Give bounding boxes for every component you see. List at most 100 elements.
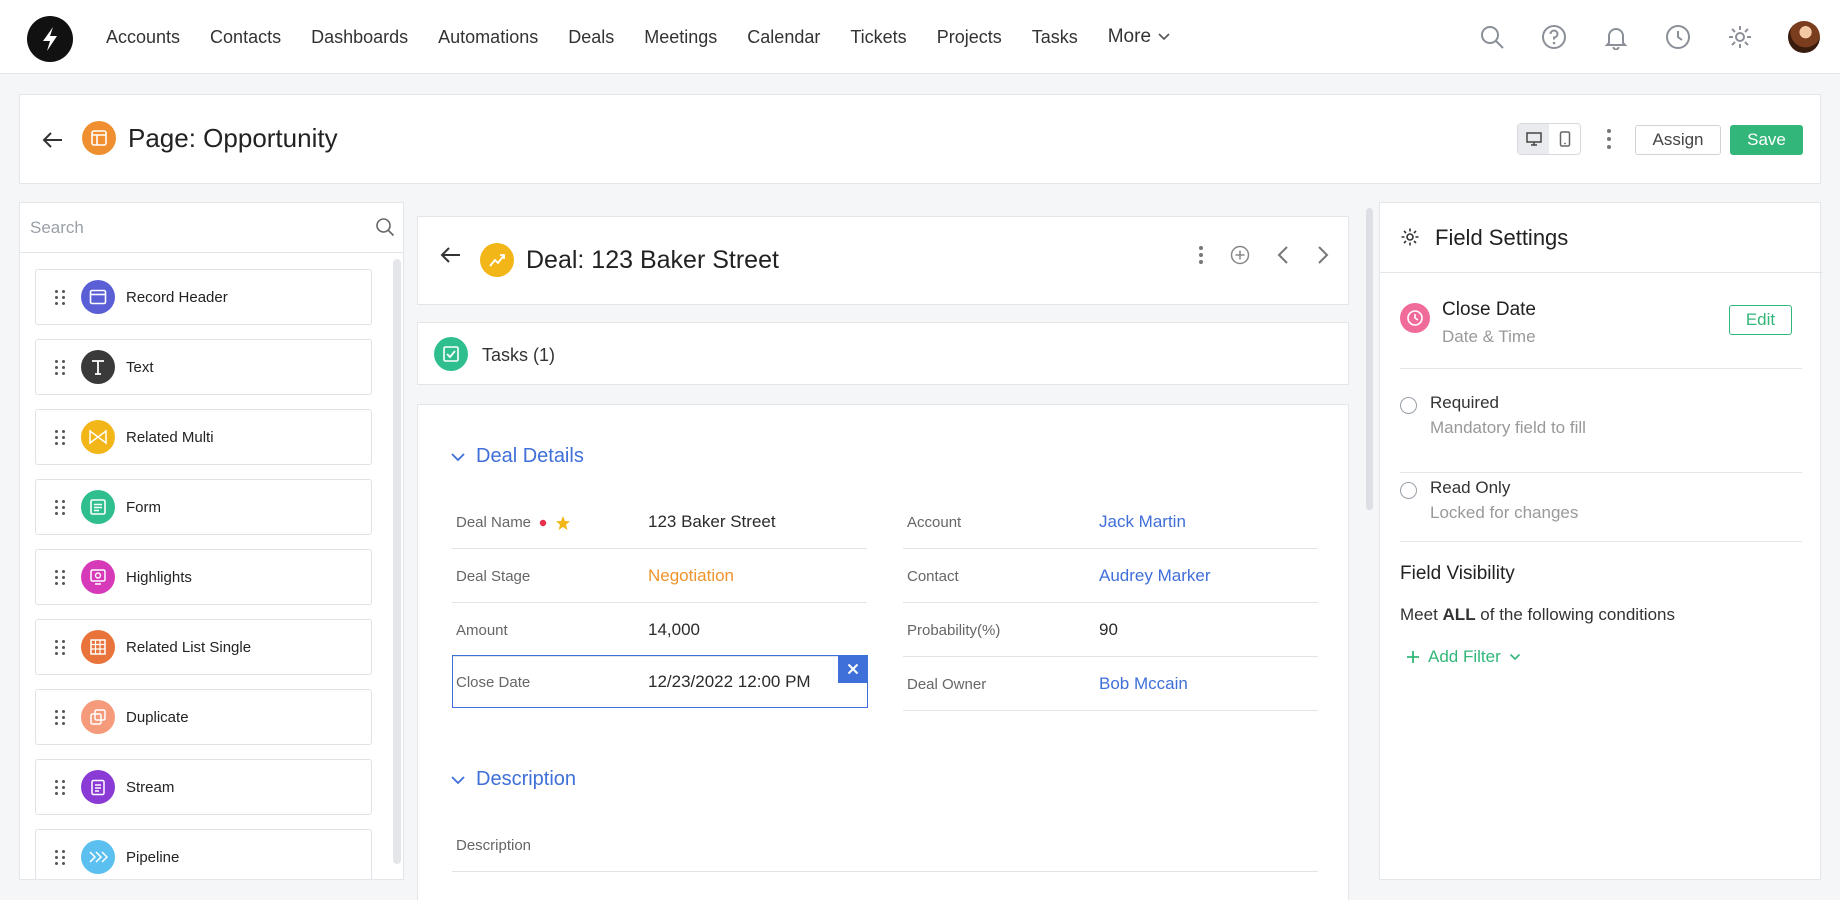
field-probability[interactable]: Probability(%) 90: [903, 604, 1318, 657]
component-duplicate[interactable]: Duplicate: [35, 689, 372, 745]
field-value[interactable]: Audrey Marker: [1099, 566, 1210, 586]
search-icon[interactable]: [375, 217, 395, 242]
canvas-scrollbar[interactable]: [1366, 208, 1373, 510]
deal-details-section: Deal Details Deal Name 123 Baker Street …: [417, 404, 1349, 900]
option-label: Read Only: [1430, 478, 1511, 497]
nav-item-accounts[interactable]: Accounts: [106, 27, 180, 48]
field-close-date[interactable]: Close Date 12/23/2022 12:00 PM: [452, 655, 868, 708]
settings-title: Field Settings: [1435, 225, 1569, 250]
field-name: Close Date: [1442, 299, 1536, 320]
component-form[interactable]: Form: [35, 479, 372, 535]
search-input[interactable]: [30, 216, 350, 240]
field-label: Deal Stage: [456, 568, 531, 585]
components-scrollbar[interactable]: [393, 259, 401, 864]
chevron-left-icon[interactable]: [1276, 245, 1290, 270]
settings-header: Field Settings: [1380, 203, 1822, 273]
field-label: Contact: [907, 568, 959, 585]
desktop-view-button[interactable]: [1518, 124, 1549, 154]
desktop-icon: [1525, 132, 1542, 146]
drag-handle-icon[interactable]: [50, 359, 70, 375]
drag-handle-icon[interactable]: [50, 779, 70, 795]
chevron-down-icon: [451, 775, 465, 784]
visibility-condition-text: Meet ALL of the following conditions: [1400, 605, 1675, 625]
highlights-icon: [81, 560, 115, 594]
drag-handle-icon[interactable]: [50, 849, 70, 865]
add-filter-label: Add Filter: [1428, 647, 1501, 666]
more-options-icon[interactable]: [1198, 245, 1204, 270]
add-filter-button[interactable]: Add Filter: [1406, 647, 1521, 667]
condition-prefix: Meet: [1400, 605, 1443, 624]
field-label: Account: [907, 514, 962, 531]
app-logo[interactable]: [27, 16, 73, 62]
help-icon[interactable]: [1540, 23, 1568, 51]
field-amount[interactable]: Amount 14,000: [452, 604, 867, 657]
component-highlights[interactable]: Highlights: [35, 549, 372, 605]
field-value[interactable]: Bob Mccain: [1099, 674, 1188, 694]
component-label: Duplicate: [126, 708, 189, 726]
field-value[interactable]: Jack Martin: [1099, 512, 1186, 532]
component-label: Text: [126, 358, 154, 376]
nav-item-meetings[interactable]: Meetings: [644, 27, 717, 48]
nav-item-automations[interactable]: Automations: [438, 27, 538, 48]
nav-item-tasks[interactable]: Tasks: [1032, 27, 1078, 48]
component-related-list-single[interactable]: Related List Single: [35, 619, 372, 675]
field-value: Negotiation: [648, 566, 735, 585]
form-icon: [81, 490, 115, 524]
field-label: Deal Name: [456, 514, 571, 531]
nav-item-calendar[interactable]: Calendar: [747, 27, 820, 48]
search-icon[interactable]: [1478, 23, 1506, 51]
read-only-radio[interactable]: [1400, 482, 1417, 499]
section-title: Description: [476, 768, 577, 790]
gear-icon[interactable]: [1726, 23, 1754, 51]
assign-button[interactable]: Assign: [1635, 125, 1721, 155]
save-button[interactable]: Save: [1730, 125, 1803, 155]
tasks-section[interactable]: Tasks (1): [417, 322, 1349, 385]
description-toggle[interactable]: Description: [450, 768, 576, 791]
field-description[interactable]: Description: [452, 819, 1318, 872]
nav-item-projects[interactable]: Projects: [937, 27, 1002, 48]
mobile-icon: [1559, 131, 1570, 147]
component-related-multi[interactable]: Related Multi: [35, 409, 372, 465]
required-option[interactable]: Required Mandatory field to fill: [1400, 393, 1802, 473]
field-deal-stage[interactable]: Deal Stage Negotiation: [452, 550, 867, 603]
back-arrow-icon[interactable]: [42, 125, 64, 156]
add-circle-icon[interactable]: [1230, 245, 1250, 270]
mobile-view-button[interactable]: [1549, 124, 1580, 154]
back-arrow-icon[interactable]: [440, 243, 462, 271]
user-avatar[interactable]: [1788, 21, 1820, 53]
gear-icon: [1400, 227, 1420, 252]
read-only-option[interactable]: Read Only Locked for changes: [1400, 473, 1802, 542]
bell-icon[interactable]: [1602, 23, 1630, 51]
nav-more-dropdown[interactable]: More: [1108, 26, 1171, 48]
nav-item-contacts[interactable]: Contacts: [210, 27, 281, 48]
nav-item-dashboards[interactable]: Dashboards: [311, 27, 408, 48]
drag-handle-icon[interactable]: [50, 289, 70, 305]
drag-handle-icon[interactable]: [50, 569, 70, 585]
clock-icon: [1400, 303, 1430, 333]
drag-handle-icon[interactable]: [50, 429, 70, 445]
component-record-header[interactable]: Record Header: [35, 269, 372, 325]
section-title: Deal Details: [476, 445, 584, 467]
field-account[interactable]: Account Jack Martin: [903, 496, 1318, 549]
component-text[interactable]: Text: [35, 339, 372, 395]
field-value: 90: [1099, 620, 1118, 639]
page-layout-icon: [82, 121, 116, 155]
component-stream[interactable]: Stream: [35, 759, 372, 815]
component-pipeline[interactable]: Pipeline: [35, 829, 372, 879]
field-contact[interactable]: Contact Audrey Marker: [903, 550, 1318, 603]
field-deal-owner[interactable]: Deal Owner Bob Mccain: [903, 658, 1318, 711]
required-radio[interactable]: [1400, 397, 1417, 414]
drag-handle-icon[interactable]: [50, 709, 70, 725]
clock-icon[interactable]: [1664, 23, 1692, 51]
deal-details-toggle[interactable]: Deal Details: [450, 445, 584, 468]
edit-field-button[interactable]: Edit: [1729, 305, 1792, 335]
drag-handle-icon[interactable]: [50, 499, 70, 515]
field-deal-name[interactable]: Deal Name 123 Baker Street: [452, 496, 867, 549]
remove-field-button[interactable]: [838, 655, 868, 683]
more-options-icon[interactable]: [1599, 125, 1619, 153]
nav-item-deals[interactable]: Deals: [568, 27, 614, 48]
condition-suffix: of the following conditions: [1475, 605, 1675, 624]
drag-handle-icon[interactable]: [50, 639, 70, 655]
nav-item-tickets[interactable]: Tickets: [850, 27, 906, 48]
chevron-right-icon[interactable]: [1316, 245, 1330, 270]
